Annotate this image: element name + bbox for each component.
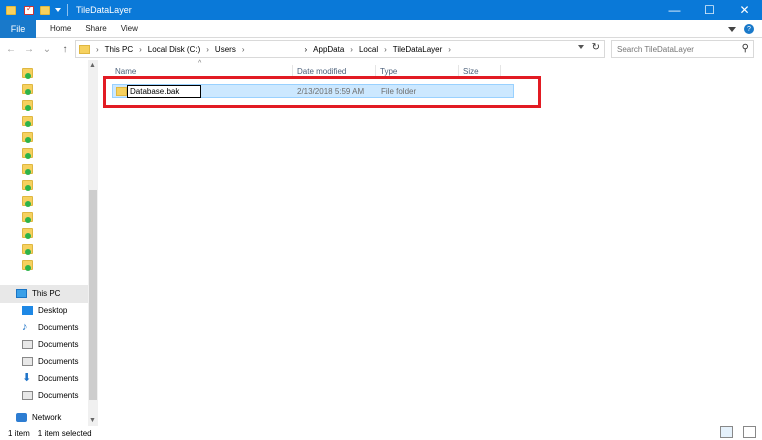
column-date-modified[interactable]: Date modified [297, 67, 346, 76]
folder-icon[interactable] [22, 132, 33, 143]
network-icon [16, 413, 27, 422]
breadcrumb-separator[interactable]: › [448, 45, 451, 54]
sidebar-item-label: Documents [38, 374, 79, 383]
folder-icon [79, 44, 90, 54]
breadcrumb-separator[interactable]: › [384, 45, 387, 54]
tab-home[interactable]: Home [50, 24, 71, 33]
sidebar-item-documents[interactable]: Documents [22, 357, 78, 366]
sidebar-item-label: This PC [32, 289, 61, 298]
music-icon: ♪ [22, 321, 28, 333]
selected-count: 1 item selected [37, 428, 92, 438]
search-icon[interactable]: ⚲ [742, 43, 749, 54]
sidebar-item-documents[interactable]: Documents [22, 340, 78, 349]
folder-icon[interactable] [22, 180, 33, 191]
sidebar-item-label: Documents [38, 340, 79, 349]
ribbon-tabs: File Home Share View ? [0, 19, 762, 38]
new-folder-icon[interactable] [40, 5, 50, 15]
navigation-pane: This PC Desktop ♪ Documents Documents Do… [0, 60, 100, 426]
address-dropdown-icon[interactable] [578, 45, 584, 49]
properties-icon[interactable] [24, 4, 34, 15]
window-title: TileDataLayer [76, 5, 132, 15]
window-controls: — ☐ ✕ [657, 0, 762, 20]
maximize-button[interactable]: ☐ [692, 0, 727, 20]
nav-scrollbar[interactable]: ▲ ▼ [88, 60, 98, 426]
up-button[interactable]: ↑ [58, 44, 72, 55]
expand-ribbon-icon[interactable] [728, 27, 736, 32]
breadcrumb-separator[interactable]: › [350, 45, 353, 54]
sidebar-item-desktop[interactable]: Desktop [22, 306, 67, 315]
folder-icon[interactable] [22, 228, 33, 239]
document-icon [22, 391, 33, 400]
sidebar-item-documents[interactable]: Documents [22, 391, 78, 400]
sidebar-item-label: Desktop [38, 306, 68, 315]
scroll-thumb[interactable] [89, 190, 97, 400]
details-view-button[interactable] [720, 426, 733, 438]
breadcrumb-this-pc[interactable]: This PC [105, 45, 133, 54]
title-bar: TileDataLayer — ☐ ✕ [0, 0, 762, 20]
forward-button[interactable]: → [22, 44, 36, 55]
view-toggle [712, 426, 756, 438]
annotation-highlight-box [103, 76, 541, 108]
document-icon [22, 357, 33, 366]
scroll-down-icon[interactable]: ▼ [89, 417, 96, 424]
navigation-row: ← → ⌄ ↑ › This PC › Local Disk (C:) › Us… [0, 38, 762, 60]
desktop-icon [22, 306, 33, 315]
folder-icon[interactable] [22, 68, 33, 79]
folder-icon[interactable] [22, 212, 33, 223]
sidebar-item-label: Documents [38, 323, 79, 332]
breadcrumb-separator[interactable]: › [139, 45, 142, 54]
large-icons-view-button[interactable] [743, 426, 756, 438]
title-separator [67, 4, 68, 16]
back-button[interactable]: ← [4, 44, 18, 55]
breadcrumb-local[interactable]: Local [359, 45, 378, 54]
status-bar: 1 item 1 item selected [0, 426, 762, 440]
sidebar-item-label: Documents [38, 391, 79, 400]
sidebar-item-label: Network [32, 413, 62, 422]
tab-share[interactable]: Share [85, 24, 106, 33]
scroll-up-icon[interactable]: ▲ [89, 62, 96, 69]
column-size[interactable]: Size [463, 67, 479, 76]
folder-icon[interactable] [22, 196, 33, 207]
address-bar[interactable]: › This PC › Local Disk (C:) › Users › › … [75, 40, 605, 58]
breadcrumb-appdata[interactable]: AppData [313, 45, 344, 54]
download-icon: ⬇ [22, 372, 32, 384]
computer-icon [16, 289, 27, 298]
refresh-icon[interactable]: ↻ [592, 42, 600, 53]
folder-icon [6, 5, 16, 15]
ribbon-right: ? [728, 24, 754, 34]
help-icon[interactable]: ? [744, 24, 754, 34]
breadcrumb-local-disk[interactable]: Local Disk (C:) [148, 45, 200, 54]
sidebar-item-this-pc[interactable]: This PC [16, 289, 60, 298]
tab-view[interactable]: View [121, 24, 138, 33]
column-name[interactable]: Name [115, 67, 136, 76]
close-button[interactable]: ✕ [727, 0, 762, 20]
folder-icon[interactable] [22, 260, 33, 271]
recent-locations-button[interactable]: ⌄ [40, 44, 54, 55]
breadcrumb-separator[interactable]: › [242, 45, 245, 54]
minimize-button[interactable]: — [657, 0, 692, 20]
folder-icon[interactable] [22, 244, 33, 255]
quick-access-dropdown-icon[interactable] [55, 8, 61, 12]
tab-file[interactable]: File [0, 19, 36, 38]
sidebar-item-documents[interactable]: ⬇ Documents [22, 372, 79, 384]
document-icon [22, 340, 33, 349]
breadcrumb-separator[interactable]: › [206, 45, 209, 54]
item-count: 1 item [8, 428, 30, 438]
folder-icon[interactable] [22, 116, 33, 127]
breadcrumb-users[interactable]: Users [215, 45, 236, 54]
breadcrumb-separator[interactable]: › [304, 45, 307, 54]
search-input[interactable] [617, 44, 737, 54]
folder-icon[interactable] [22, 148, 33, 159]
breadcrumb-tiledatalayer[interactable]: TileDataLayer [393, 45, 443, 54]
file-list: ^ Name Date modified Type Size 2/13/2018… [102, 60, 762, 426]
breadcrumb-separator[interactable]: › [96, 45, 99, 54]
sidebar-item-network[interactable]: Network [16, 413, 61, 422]
folder-icon[interactable] [22, 84, 33, 95]
folder-icon[interactable] [22, 164, 33, 175]
search-box[interactable]: ⚲ [611, 40, 754, 58]
sidebar-item-label: Documents [38, 357, 79, 366]
folder-icon[interactable] [22, 100, 33, 111]
column-type[interactable]: Type [380, 67, 397, 76]
sidebar-item-documents[interactable]: ♪ Documents [22, 321, 79, 333]
